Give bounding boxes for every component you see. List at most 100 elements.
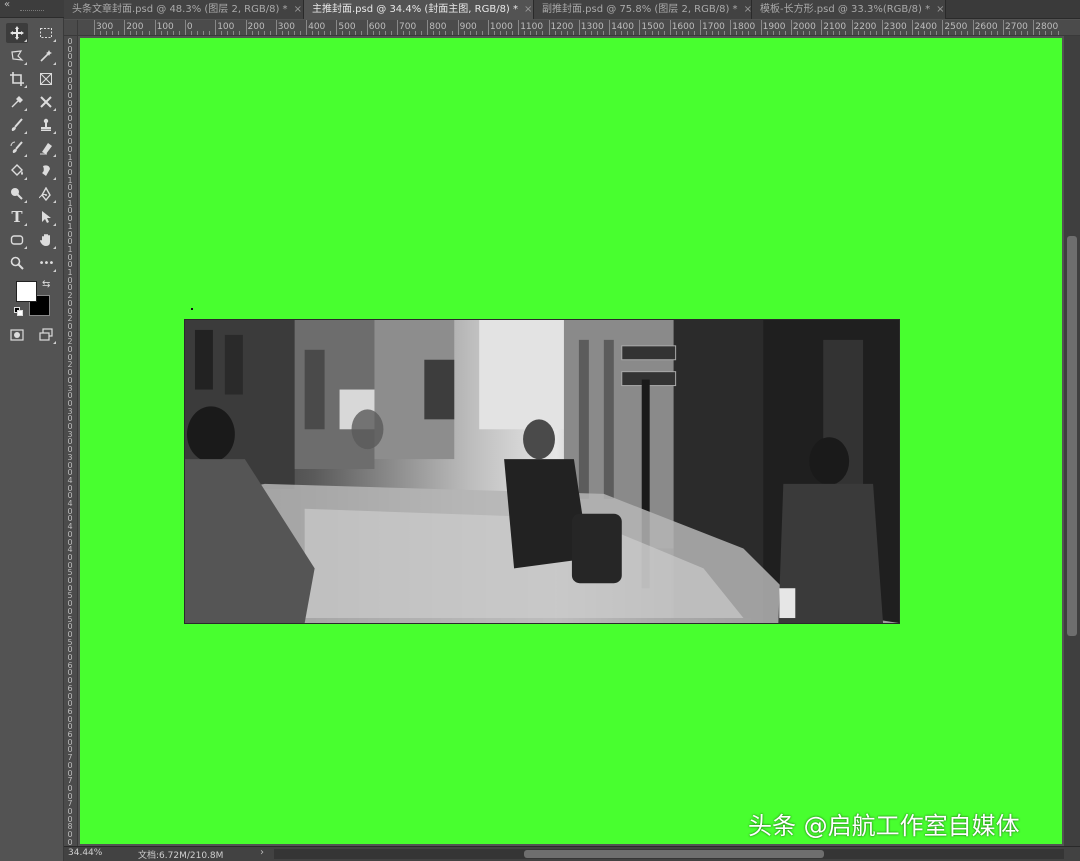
- frame-icon: [40, 73, 52, 85]
- canvas-area[interactable]: [78, 36, 1064, 846]
- frame-tool-button[interactable]: [35, 69, 57, 89]
- ruler-minor-tick: [378, 31, 380, 35]
- quick-mask-icon: [10, 329, 24, 341]
- ruler-tick-label: 400: [308, 22, 326, 32]
- vertical-ruler[interactable]: 0000000000000001001001001001001002002002…: [64, 20, 78, 846]
- ruler-minor-tick: [584, 31, 586, 35]
- ruler-minor-tick: [100, 31, 102, 35]
- ruler-tick-mark: [215, 20, 217, 35]
- heal-tool-button[interactable]: [35, 92, 57, 112]
- shape-tool-button[interactable]: [6, 230, 28, 250]
- tab-document-2[interactable]: 主推封面.psd @ 34.4% (封面主图, RGB/8) * ×: [304, 0, 534, 19]
- pen-tool-button[interactable]: [35, 184, 57, 204]
- tab-document-4[interactable]: 模板-长方形.psd @ 33.3%(RGB/8) * ×: [752, 0, 946, 19]
- ruler-minor-tick: [869, 31, 871, 35]
- ruler-tick-label: 900: [459, 22, 477, 32]
- ruler-minor-tick: [772, 31, 774, 35]
- ruler-minor-tick: [178, 31, 180, 35]
- screen-mode-button[interactable]: [35, 325, 57, 345]
- ruler-minor-tick: [536, 31, 538, 35]
- document-canvas[interactable]: [80, 38, 1062, 844]
- panel-grip[interactable]: [20, 10, 44, 12]
- screen-mode-icon: [39, 328, 53, 341]
- default-colors-icon[interactable]: [14, 307, 24, 317]
- quick-mask-button[interactable]: [6, 325, 28, 345]
- vertical-scroll-thumb[interactable]: [1067, 236, 1077, 636]
- ruler-minor-tick: [524, 31, 526, 35]
- dodge-tool-button[interactable]: [6, 184, 28, 204]
- tab-document-1[interactable]: 头条文章封面.psd @ 48.3% (图层 2, RGB/8) * ×: [64, 0, 304, 19]
- ruler-tick-label: 300: [277, 22, 295, 32]
- ruler-minor-tick: [506, 31, 508, 35]
- ruler-minor-tick: [130, 31, 132, 35]
- ruler-minor-tick: [899, 31, 901, 35]
- foreground-color-swatch[interactable]: [16, 281, 37, 302]
- paint-bucket-tool-button[interactable]: [6, 161, 28, 181]
- magic-wand-tool-button[interactable]: [35, 46, 57, 66]
- ruler-minor-tick: [657, 31, 659, 35]
- ruler-minor-tick: [281, 31, 283, 35]
- smudge-tool-button[interactable]: [35, 161, 57, 181]
- move-tool-button[interactable]: [6, 23, 28, 43]
- tools-panel-header[interactable]: «: [0, 0, 64, 18]
- close-icon[interactable]: ×: [936, 4, 944, 15]
- ruler-minor-tick: [803, 31, 805, 35]
- path-select-tool-button[interactable]: [35, 207, 57, 227]
- ruler-tick-mark: [306, 20, 308, 35]
- document-tabs: 头条文章封面.psd @ 48.3% (图层 2, RGB/8) * × 主推封面…: [64, 0, 1080, 19]
- zoom-level-field[interactable]: 34.44%: [68, 848, 102, 858]
- street-photo-layer[interactable]: [184, 319, 900, 624]
- ruler-tick-mark: [760, 20, 762, 35]
- vertical-scrollbar[interactable]: [1064, 36, 1080, 846]
- more-tools-button[interactable]: •••: [35, 253, 57, 273]
- history-brush-tool-button[interactable]: [6, 138, 28, 158]
- ruler-minor-tick: [833, 31, 835, 35]
- tab-label: 主推封面.psd @ 34.4% (封面主图, RGB/8) *: [312, 4, 519, 15]
- brush-tool-button[interactable]: [6, 115, 28, 135]
- close-icon[interactable]: ×: [294, 4, 302, 15]
- ruler-minor-tick: [463, 31, 465, 35]
- ruler-minor-tick: [663, 31, 665, 35]
- swap-colors-icon[interactable]: ⇆: [42, 279, 50, 290]
- ruler-minor-tick: [542, 31, 544, 35]
- crop-tool-button[interactable]: [6, 69, 28, 89]
- ruler-minor-tick: [960, 31, 962, 35]
- healing-icon: [40, 96, 52, 108]
- horizontal-ruler[interactable]: 300 200 100 0 100 200 300 400 500 600 700 800 900 100…: [78, 20, 1080, 36]
- lasso-tool-button[interactable]: [6, 46, 28, 66]
- horizontal-scrollbar[interactable]: [274, 849, 1064, 859]
- ruler-minor-tick: [312, 31, 314, 35]
- ruler-minor-tick: [209, 31, 211, 35]
- status-menu-arrow-icon[interactable]: ›: [260, 847, 264, 858]
- close-icon[interactable]: ×: [744, 4, 752, 15]
- ruler-tick-mark: [124, 20, 126, 35]
- ruler-minor-tick: [554, 31, 556, 35]
- marquee-tool-button[interactable]: [35, 23, 57, 43]
- ruler-minor-tick: [106, 31, 108, 35]
- ruler-minor-tick: [500, 31, 502, 35]
- eyedropper-tool-button[interactable]: [6, 92, 28, 112]
- close-icon[interactable]: ×: [524, 4, 532, 15]
- ruler-minor-tick: [857, 31, 859, 35]
- ruler-origin[interactable]: [64, 20, 78, 36]
- ruler-minor-tick: [954, 31, 956, 35]
- ruler-tick-mark: [1033, 20, 1035, 35]
- eraser-tool-button[interactable]: [35, 138, 57, 158]
- horizontal-scroll-thumb[interactable]: [524, 850, 824, 858]
- ruler-tick-mark: [972, 20, 974, 35]
- pen-icon: [39, 187, 51, 201]
- ruler-tick-mark: [366, 20, 368, 35]
- hand-tool-button[interactable]: [35, 230, 57, 250]
- ruler-tick-mark: [184, 20, 186, 35]
- ruler-minor-tick: [251, 31, 253, 35]
- ruler-minor-tick: [693, 31, 695, 35]
- ruler-minor-tick: [197, 31, 199, 35]
- ruler-minor-tick: [706, 31, 708, 35]
- zoom-tool-button[interactable]: [6, 253, 28, 273]
- stamp-tool-button[interactable]: [35, 115, 57, 135]
- tab-document-3[interactable]: 副推封面.psd @ 75.8% (图层 2, RGB/8) * ×: [534, 0, 752, 19]
- type-tool-button[interactable]: T: [6, 207, 28, 227]
- ruler-minor-tick: [930, 31, 932, 35]
- ruler-minor-tick: [112, 31, 114, 35]
- collapse-icon[interactable]: «: [4, 0, 10, 10]
